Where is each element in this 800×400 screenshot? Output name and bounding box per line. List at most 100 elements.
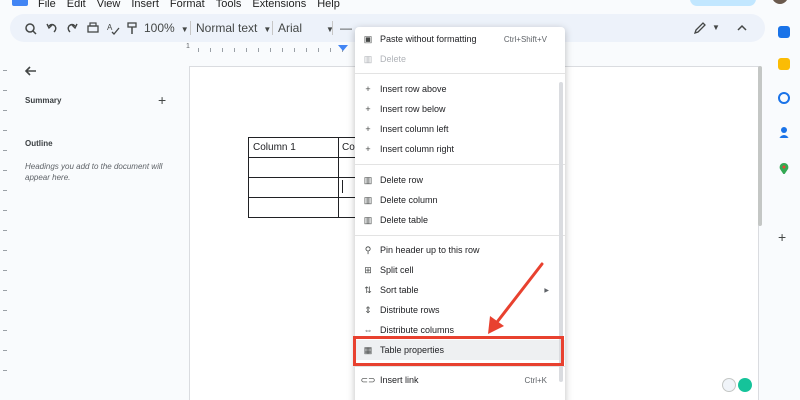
menu-divider bbox=[355, 235, 565, 236]
menu-item-label: Pin header up to this row bbox=[380, 245, 480, 255]
share-button[interactable] bbox=[690, 0, 756, 6]
ruler-number: 1 bbox=[186, 43, 190, 50]
table-cell[interactable] bbox=[248, 157, 339, 178]
menu-insert[interactable]: Insert bbox=[131, 0, 159, 10]
table-row bbox=[248, 157, 357, 178]
zoom-select[interactable]: 100% ▼ bbox=[144, 20, 189, 36]
ruler-tick bbox=[3, 310, 7, 311]
table-row bbox=[248, 197, 357, 218]
redo-icon[interactable] bbox=[66, 20, 78, 36]
menu-item-label: Insert column right bbox=[380, 144, 455, 154]
chevron-down-icon[interactable]: ▼ bbox=[712, 20, 720, 36]
ruler-tick bbox=[3, 190, 7, 191]
menu-item-paste-without-formatting[interactable]: ▣ Paste without formatting Ctrl+Shift+V bbox=[355, 29, 565, 49]
menu-format[interactable]: Format bbox=[170, 0, 205, 10]
chevron-up-icon[interactable] bbox=[736, 20, 748, 36]
menu-item-delete-table[interactable]: ▥ Delete table bbox=[355, 210, 565, 230]
font-select[interactable]: Arial ▼ bbox=[278, 20, 334, 36]
spellcheck-icon[interactable]: A bbox=[106, 20, 120, 36]
vertical-ruler[interactable] bbox=[0, 60, 10, 400]
shortcut-label: Ctrl+K bbox=[524, 375, 547, 385]
menu-item-insert-row-above[interactable]: + Insert row above bbox=[355, 79, 565, 99]
add-addon-icon[interactable]: + bbox=[778, 229, 786, 245]
ruler-tick bbox=[222, 48, 223, 52]
maps-icon[interactable] bbox=[778, 162, 790, 174]
table-cell[interactable] bbox=[248, 197, 339, 218]
ruler-tick bbox=[3, 350, 7, 351]
menu-help[interactable]: Help bbox=[317, 0, 340, 10]
menu-item-label: Delete row bbox=[380, 175, 424, 185]
menu-view[interactable]: View bbox=[97, 0, 121, 10]
contacts-icon[interactable] bbox=[778, 126, 790, 138]
menu-item-label: Delete column bbox=[380, 195, 438, 205]
table-cell[interactable] bbox=[338, 157, 357, 178]
back-arrow-icon[interactable] bbox=[24, 64, 38, 78]
avatar[interactable] bbox=[772, 0, 788, 4]
menu-divider bbox=[355, 73, 565, 74]
ruler-tick bbox=[270, 48, 271, 52]
table-cell[interactable] bbox=[248, 177, 339, 198]
shortcut-label: Ctrl+Shift+V bbox=[503, 34, 547, 44]
clipboard-icon: ▣ bbox=[363, 33, 373, 44]
indent-marker-icon[interactable] bbox=[338, 44, 348, 52]
ruler-tick bbox=[3, 270, 7, 271]
trash-icon: ▥ bbox=[363, 174, 373, 185]
side-panel: + bbox=[766, 14, 800, 400]
ruler-tick bbox=[330, 48, 331, 52]
table-cell[interactable]: Co bbox=[338, 137, 357, 158]
menu-item-insert-row-below[interactable]: + Insert row below bbox=[355, 99, 565, 119]
ruler-tick bbox=[246, 48, 247, 52]
menu-item-delete[interactable]: ▥ Delete bbox=[355, 49, 565, 69]
menu-item-insert-column-left[interactable]: + Insert column left bbox=[355, 119, 565, 139]
ruler-tick bbox=[198, 48, 199, 52]
menu-item-label: Delete table bbox=[380, 215, 429, 225]
undo-icon[interactable] bbox=[46, 20, 58, 36]
menu-item-insert-column-right[interactable]: + Insert column right bbox=[355, 139, 565, 159]
ruler-tick bbox=[306, 48, 307, 52]
search-menus-icon[interactable] bbox=[24, 20, 38, 36]
distribute-columns-icon: ⇔ bbox=[363, 325, 373, 335]
ruler-tick bbox=[3, 90, 7, 91]
sort-icon: ⇅ bbox=[364, 284, 372, 295]
table-row: Column 1 Co bbox=[248, 137, 357, 158]
plus-icon: + bbox=[365, 124, 371, 134]
docs-logo-icon[interactable] bbox=[12, 0, 28, 6]
calendar-icon[interactable] bbox=[778, 26, 790, 38]
font-size-decrease-button[interactable]: — bbox=[340, 20, 352, 36]
document-table[interactable]: Column 1 Co bbox=[248, 137, 357, 218]
link-icon: ⊂⊃ bbox=[360, 374, 376, 385]
menu-tools[interactable]: Tools bbox=[216, 0, 242, 10]
trash-icon: ▥ bbox=[363, 53, 373, 64]
plus-icon: + bbox=[365, 84, 371, 94]
menu-item-delete-column[interactable]: ▥ Delete column bbox=[355, 190, 565, 210]
menu-item-pin-header[interactable]: ⚲ Pin header up to this row bbox=[355, 240, 565, 260]
menu-file[interactable]: File bbox=[38, 0, 56, 10]
print-icon[interactable] bbox=[86, 20, 100, 36]
menu-extensions[interactable]: Extensions bbox=[252, 0, 306, 10]
menu-items: File Edit View Insert Format Tools Exten… bbox=[38, 0, 340, 10]
tasks-icon[interactable] bbox=[778, 92, 790, 104]
plus-icon: + bbox=[365, 104, 371, 114]
menu-item-insert-link[interactable]: ⊂⊃ Insert link Ctrl+K bbox=[355, 370, 565, 390]
menu-item-delete-row[interactable]: ▥ Delete row bbox=[355, 170, 565, 190]
document-scrollbar[interactable] bbox=[758, 66, 762, 226]
ruler-tick bbox=[3, 330, 7, 331]
keep-icon[interactable] bbox=[778, 58, 790, 70]
explore-icon[interactable] bbox=[722, 378, 736, 392]
grammarly-icon[interactable] bbox=[738, 378, 752, 392]
menu-divider bbox=[355, 164, 565, 165]
menu-item-label: Delete bbox=[380, 54, 407, 64]
ruler-tick bbox=[3, 250, 7, 251]
trash-icon: ▥ bbox=[363, 194, 373, 205]
pencil-editing-icon[interactable] bbox=[692, 20, 706, 36]
add-summary-icon[interactable]: + bbox=[158, 92, 166, 108]
menu-item-label: Insert column left bbox=[380, 124, 449, 134]
style-select[interactable]: Normal text ▼ bbox=[196, 20, 271, 36]
svg-text:A: A bbox=[107, 23, 113, 32]
paint-format-icon[interactable] bbox=[126, 20, 138, 36]
menu-edit[interactable]: Edit bbox=[67, 0, 86, 10]
table-cell[interactable]: Column 1 bbox=[248, 137, 339, 158]
table-cell[interactable] bbox=[338, 197, 357, 218]
annotation-highlight-box bbox=[353, 336, 564, 366]
outline-heading: Outline bbox=[25, 139, 53, 148]
